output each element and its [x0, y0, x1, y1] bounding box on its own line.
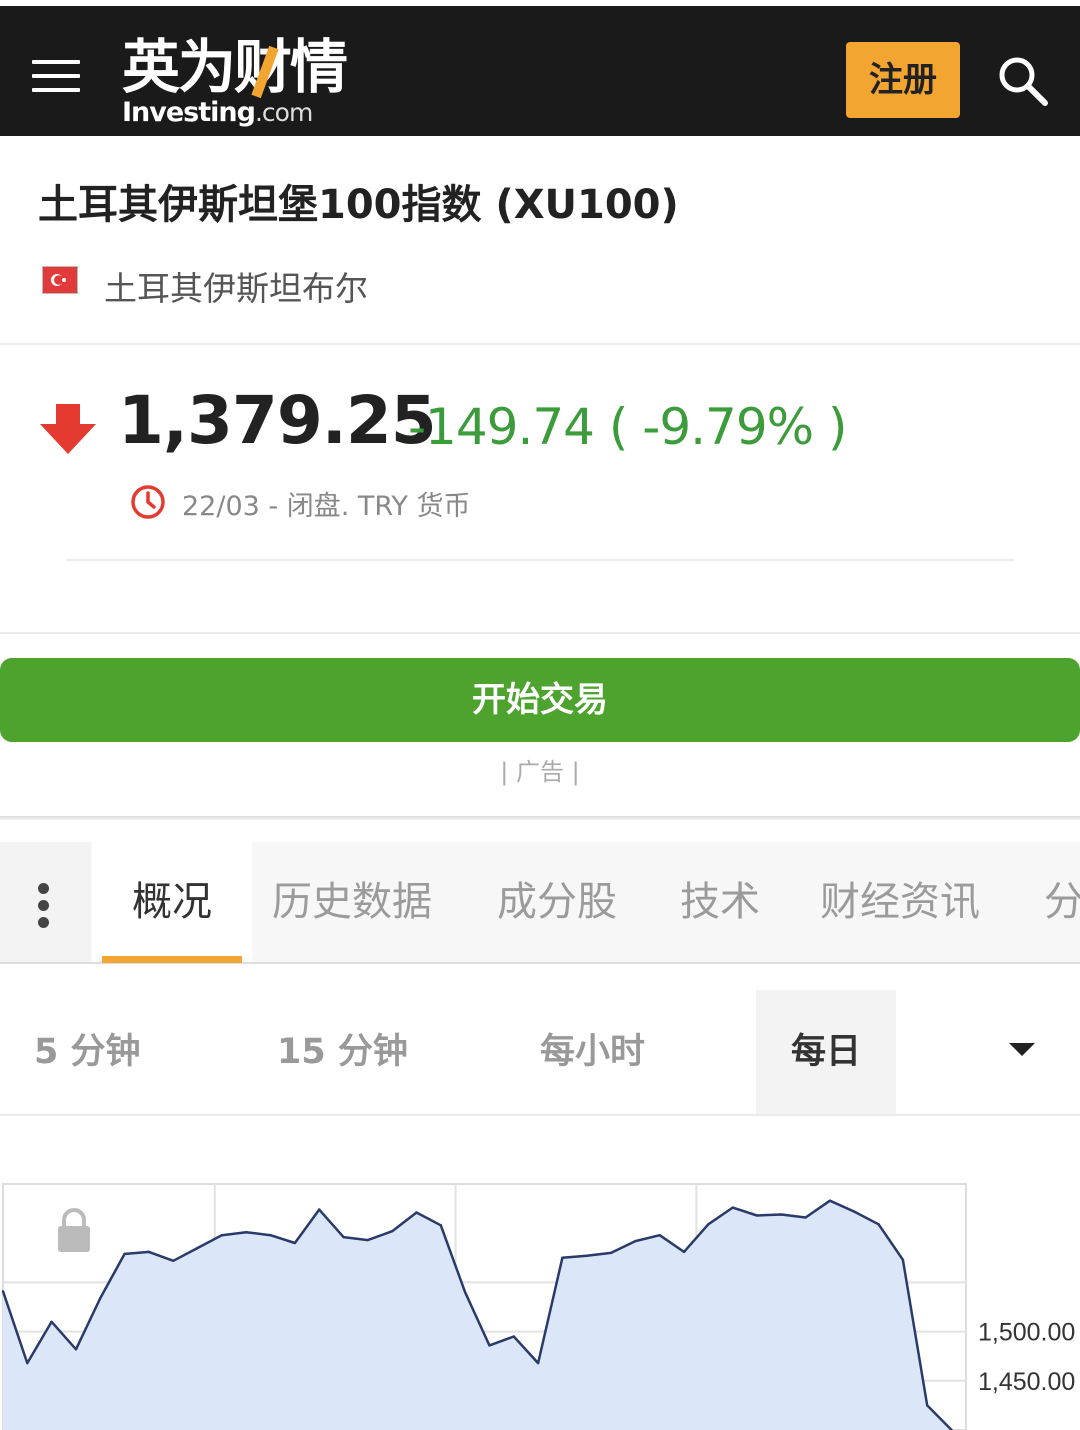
turkey-flag-icon: [42, 266, 78, 294]
chart-data-point: [439, 1224, 442, 1227]
chart-data-point: [293, 1241, 297, 1245]
site-logo[interactable]: 英为财情 Investing.com: [122, 34, 372, 130]
ad-label: | 广告 |: [500, 758, 580, 786]
chart-data-point: [318, 1208, 321, 1211]
chart-data-point: [245, 1231, 248, 1234]
price-change: -149.74 ( -9.79% ): [408, 398, 848, 456]
chevron-down-icon[interactable]: [1000, 990, 1050, 1114]
chart-data-point: [172, 1259, 175, 1262]
chart-data-point: [342, 1235, 345, 1239]
tab-overview[interactable]: 概况: [92, 842, 252, 962]
chart-svg: 1,500.00 1,450.00: [1, 1183, 1075, 1430]
more-options-icon[interactable]: [0, 842, 90, 962]
chart-data-point: [853, 1210, 856, 1213]
page-title: 土耳其伊斯坦堡100指数 (XU100): [38, 182, 679, 228]
chart-data-point: [536, 1361, 540, 1365]
chart-data-point: [147, 1250, 151, 1254]
chart-data-point: [926, 1404, 929, 1407]
tab-news[interactable]: 财经资讯: [820, 842, 980, 962]
chart-data-point: [463, 1291, 467, 1294]
exchange-name: 土耳其伊斯坦布尔: [104, 269, 368, 308]
chart-data-point: [634, 1239, 637, 1243]
logo-chinese-text: 英为财情: [122, 33, 348, 101]
chart-data-point: [609, 1251, 613, 1255]
chart-data-point: [561, 1256, 564, 1259]
chart-data-point: [828, 1199, 832, 1202]
price-divider: [66, 559, 1014, 561]
chart-data-point: [488, 1344, 491, 1347]
section-divider: [0, 632, 1080, 634]
timeframe-bar: 5 分钟 15 分钟 每小时 每日: [0, 990, 1080, 1116]
chart-data-point: [1, 1290, 5, 1293]
hamburger-menu-icon[interactable]: [32, 60, 80, 94]
last-price: 1,379.25: [118, 382, 437, 459]
tab-analysis[interactable]: 分: [1044, 842, 1080, 962]
search-icon[interactable]: [996, 54, 1050, 108]
price-chart[interactable]: 1,500.00 1,450.00: [0, 1182, 1080, 1430]
section-divider: [0, 343, 1080, 345]
chart-data-point: [26, 1361, 29, 1365]
chart-data-point: [658, 1234, 661, 1237]
tab-components[interactable]: 成分股: [497, 842, 617, 962]
chart-data-point: [99, 1296, 102, 1300]
chart-data-point: [220, 1234, 224, 1237]
chart-data-point: [196, 1246, 199, 1250]
timeframe-5min[interactable]: 5 分钟: [34, 990, 141, 1114]
section-shadow: [0, 816, 1080, 820]
chart-y-tick-label: 1,500.00: [978, 1319, 1075, 1347]
chart-data-point: [755, 1214, 759, 1217]
chart-data-point: [877, 1223, 880, 1226]
chart-data-point: [366, 1238, 369, 1242]
site-header: 英为财情 Investing.com 注册: [0, 6, 1080, 136]
chart-data-point: [780, 1213, 783, 1216]
clock-icon: [130, 484, 166, 520]
chart-y-tick-label: 1,450.00: [978, 1368, 1075, 1396]
logo-english-text: Investing.com: [122, 97, 313, 128]
tab-technical[interactable]: 技术: [680, 842, 760, 962]
chart-data-point: [123, 1252, 126, 1256]
chart-data-point: [415, 1211, 418, 1214]
chart-data-point: [50, 1320, 53, 1323]
chart-data-point: [731, 1206, 734, 1209]
chart-data-point: [512, 1335, 515, 1338]
start-trading-button[interactable]: 开始交易: [0, 658, 1080, 742]
active-tab-indicator: [102, 956, 242, 963]
chart-data-point: [707, 1223, 710, 1226]
down-arrow-icon: [38, 404, 98, 456]
timeframe-daily[interactable]: 每日: [756, 990, 896, 1114]
chart-data-point: [74, 1348, 78, 1351]
chart-data-point: [391, 1230, 394, 1233]
chart-data-point: [585, 1254, 588, 1257]
tabs-bar: 概况 历史数据 成分股 技术 财经资讯 分: [0, 842, 1080, 964]
register-button[interactable]: 注册: [846, 42, 960, 118]
market-status: 22/03 - 闭盘. TRY 货币: [182, 491, 471, 522]
tab-historical-data[interactable]: 历史数据: [272, 842, 432, 962]
chart-data-point: [269, 1234, 272, 1237]
timeframe-15min[interactable]: 15 分钟: [277, 990, 408, 1114]
chart-data-point: [682, 1250, 686, 1254]
chart-data-point: [804, 1216, 807, 1219]
timeframe-hourly[interactable]: 每小时: [540, 990, 645, 1114]
chart-data-point: [901, 1258, 905, 1261]
